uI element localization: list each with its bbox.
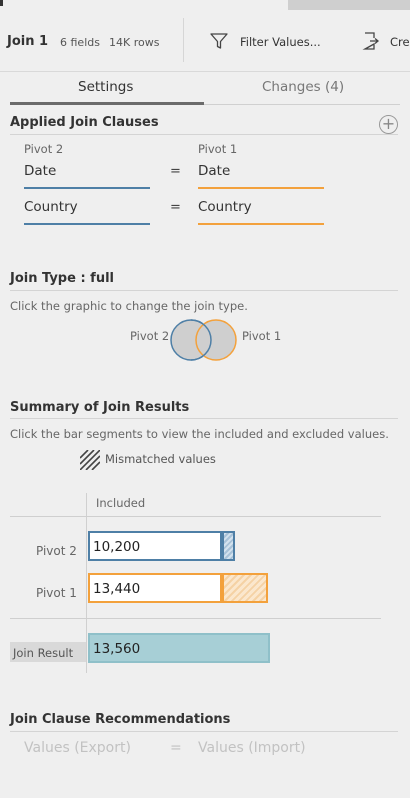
clause-right-field[interactable]: Country — [198, 199, 252, 215]
clause-left-field[interactable]: Country — [24, 199, 78, 215]
header-divider — [183, 18, 184, 62]
clause-right-underline — [198, 223, 324, 225]
pivot2-mismatched-bar[interactable] — [222, 531, 235, 561]
summary-hint: Click the bar segments to view the inclu… — [10, 427, 389, 441]
section-divider — [10, 290, 398, 291]
recommendations-title: Join Clause Recommendations — [10, 712, 231, 727]
venn-left-label: Pivot 2 — [130, 329, 170, 343]
recommended-right-field[interactable]: Values (Import) — [198, 740, 306, 756]
chart-header-rule — [10, 516, 381, 517]
left-source-label: Pivot 2 — [24, 142, 64, 156]
clause-left-underline — [24, 187, 150, 189]
venn-right-circle[interactable] — [195, 319, 237, 361]
filter-icon[interactable] — [209, 31, 229, 51]
pivot1-value: 13,440 — [93, 581, 141, 597]
top-scroll-strip — [0, 0, 410, 12]
mismatched-legend-label: Mismatched values — [105, 452, 216, 466]
join-type-hint: Click the graphic to change the join typ… — [10, 299, 248, 313]
join-result-label: Join Result — [10, 642, 86, 662]
chart-result-rule — [10, 618, 381, 619]
clause-left-field[interactable]: Date — [24, 163, 56, 179]
join-result-value: 13,560 — [93, 641, 141, 657]
clause-left-underline — [24, 223, 150, 225]
join-type-title: Join Type : full — [10, 271, 114, 286]
right-source-label: Pivot 1 — [198, 142, 238, 156]
recommended-left-field[interactable]: Values (Export) — [24, 740, 131, 756]
included-column-header: Included — [96, 496, 146, 510]
pivot1-row-label: Pivot 1 — [36, 586, 77, 600]
pivot2-value: 10,200 — [93, 539, 141, 555]
tab-settings[interactable]: Settings — [78, 79, 133, 95]
add-clause-button[interactable]: + — [379, 115, 398, 134]
step-title[interactable]: Join 1 — [7, 34, 48, 49]
section-divider — [10, 418, 398, 419]
filter-values-button[interactable]: Filter Values... — [240, 35, 321, 49]
mismatched-hatch-icon — [80, 450, 100, 470]
section-divider — [10, 731, 398, 732]
clause-right-field[interactable]: Date — [198, 163, 230, 179]
recommended-operator: = — [170, 740, 182, 756]
applied-join-clauses-title: Applied Join Clauses — [10, 115, 159, 130]
active-tab-indicator — [10, 102, 204, 105]
join-type-venn-diagram[interactable] — [168, 317, 240, 363]
clause-operator[interactable]: = — [170, 200, 181, 215]
clause-right-underline — [198, 187, 324, 189]
horizontal-scrollbar[interactable] — [288, 0, 410, 10]
scroll-arrow-icon[interactable] — [0, 0, 3, 6]
create-button[interactable]: Cre — [390, 35, 410, 49]
chart-axis-line — [86, 493, 87, 673]
pivot2-row-label: Pivot 2 — [36, 544, 77, 558]
tab-changes[interactable]: Changes (4) — [262, 79, 344, 95]
venn-right-label: Pivot 1 — [242, 329, 282, 343]
tab-divider — [204, 104, 400, 105]
section-divider — [10, 134, 398, 135]
pivot1-mismatched-bar[interactable] — [222, 573, 268, 603]
row-count: 14K rows — [109, 36, 160, 49]
clause-operator[interactable]: = — [170, 164, 181, 179]
field-count: 6 fields — [60, 36, 100, 49]
summary-title: Summary of Join Results — [10, 400, 190, 415]
create-calculated-field-icon[interactable] — [362, 31, 380, 51]
